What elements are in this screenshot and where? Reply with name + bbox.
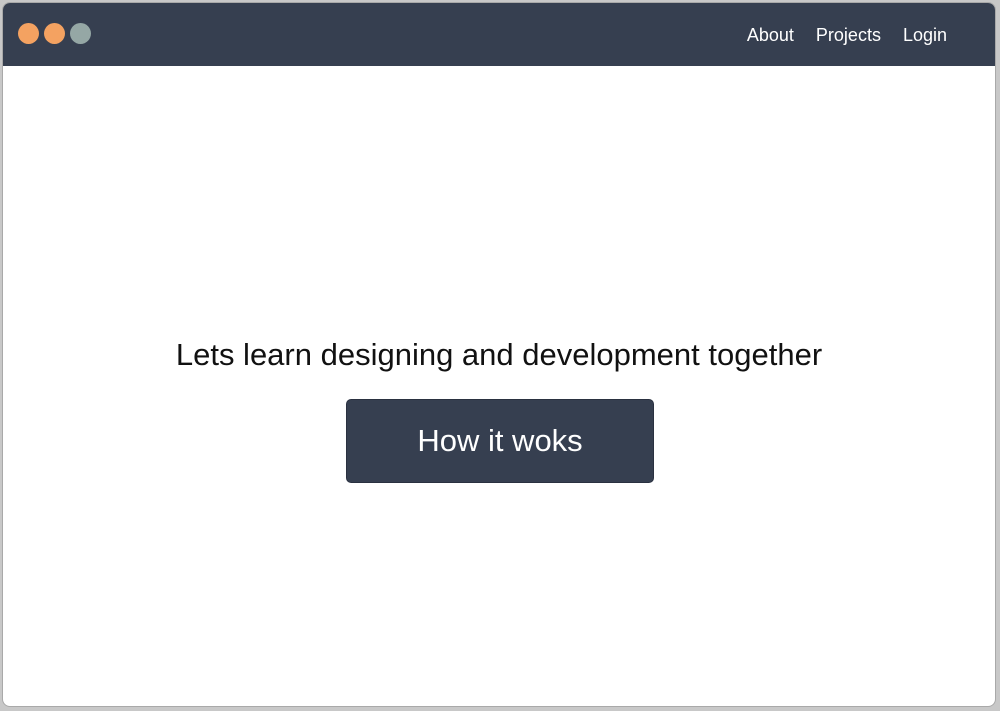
hero-section: Lets learn designing and development tog… xyxy=(3,66,995,706)
hero-headline: Lets learn designing and development tog… xyxy=(175,337,823,372)
window-dot-1-icon[interactable] xyxy=(18,23,39,44)
window-dot-3-icon[interactable] xyxy=(70,23,91,44)
browser-window: About Projects Login Lets learn designin… xyxy=(2,2,996,707)
how-it-works-button[interactable]: How it woks xyxy=(346,399,654,483)
nav-link-projects[interactable]: Projects xyxy=(816,26,881,44)
header-bar: About Projects Login xyxy=(3,3,995,66)
window-dot-2-icon[interactable] xyxy=(44,23,65,44)
nav-link-login[interactable]: Login xyxy=(903,26,947,44)
nav-link-about[interactable]: About xyxy=(747,26,794,44)
top-nav: About Projects Login xyxy=(747,3,947,66)
